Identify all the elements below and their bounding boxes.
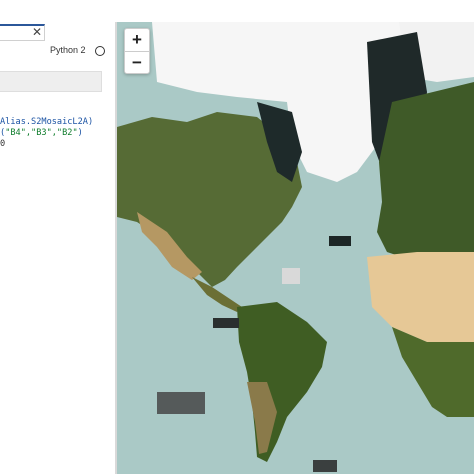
map-view[interactable]: + − — [117, 22, 474, 474]
code-token: ) — [77, 128, 83, 138]
tile-pacific-1 — [213, 318, 239, 328]
kernel-name[interactable]: Python 2 — [50, 45, 86, 55]
tile-south-1 — [313, 460, 337, 472]
europe — [377, 82, 474, 262]
code-token: "B4","B3","B2" — [5, 128, 78, 138]
close-icon[interactable]: ✕ — [32, 25, 42, 39]
zoom-in-button[interactable]: + — [125, 29, 149, 51]
code-token: 0 — [0, 139, 6, 149]
code-line[interactable]: Alias.S2MosaicL2A) — [0, 117, 115, 128]
kernel-status-icon — [95, 46, 105, 56]
tile-atlantic-1 — [329, 236, 351, 246]
notebook-tab[interactable]: ✕ — [0, 24, 45, 41]
code-line[interactable]: ("B4","B3","B2") — [0, 128, 115, 139]
cell-toolbar[interactable] — [0, 71, 102, 92]
tile-pacific-2 — [157, 392, 205, 414]
zoom-control: + − — [124, 28, 150, 74]
window-top-bar — [0, 0, 474, 23]
notebook-pane: ✕ Python 2 Alias.S2MosaicL2A) ("B4","B3",… — [0, 22, 115, 474]
code-line[interactable]: 0 — [0, 139, 115, 150]
satellite-mosaic — [117, 22, 474, 474]
code-cell[interactable]: Alias.S2MosaicL2A) ("B4","B3","B2") 0 — [0, 117, 115, 150]
tile-caribbean — [282, 268, 300, 284]
code-token: Alias.S2MosaicL2A) — [0, 117, 94, 127]
zoom-out-button[interactable]: − — [125, 51, 149, 73]
